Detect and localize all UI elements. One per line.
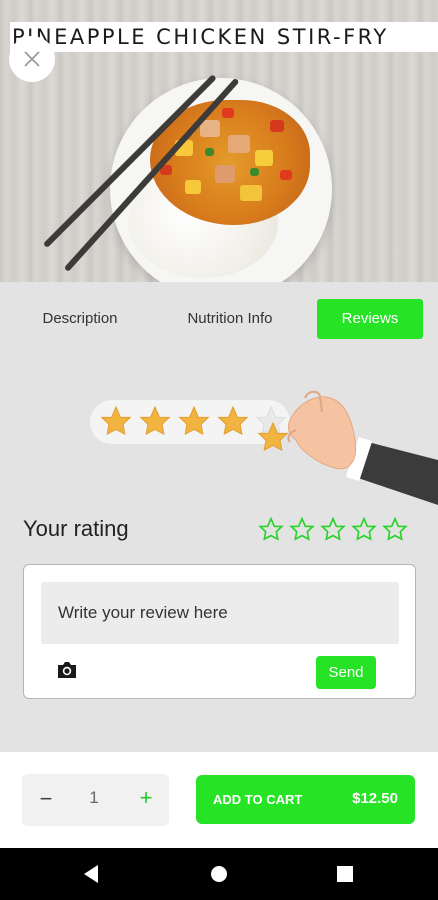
decrease-button[interactable]: −: [36, 786, 56, 812]
quantity-stepper: − 1 +: [22, 774, 169, 826]
star-outline-icon[interactable]: [258, 517, 284, 543]
tab-bar: Description Nutrition Info Reviews: [0, 282, 438, 358]
camera-icon[interactable]: [55, 658, 79, 682]
add-to-cart-button[interactable]: ADD TO CART $12.50: [196, 775, 415, 824]
star-outline-icon[interactable]: [320, 517, 346, 543]
rating-stars: [258, 517, 408, 543]
tab-reviews[interactable]: Reviews: [317, 299, 423, 339]
home-icon[interactable]: [211, 866, 227, 882]
recipe-title: PINEAPPLE CHICKEN STIR-FRY: [12, 25, 389, 49]
rating-illustration: [0, 380, 438, 510]
close-icon: [24, 51, 40, 67]
bottom-bar: − 1 + ADD TO CART $12.50: [0, 752, 438, 848]
sleeve: [358, 442, 438, 505]
star-hand-illustration: [101, 390, 438, 505]
star-icon: [101, 406, 131, 435]
review-input[interactable]: [41, 582, 399, 644]
star-icon: [140, 406, 170, 435]
close-button[interactable]: [9, 36, 55, 82]
star-icon: [218, 406, 248, 435]
tab-nutrition-info[interactable]: Nutrition Info: [168, 299, 292, 339]
back-icon[interactable]: [84, 865, 98, 883]
star-outline-icon[interactable]: [289, 517, 315, 543]
send-button[interactable]: Send: [316, 656, 376, 689]
rating-label: Your rating: [23, 516, 129, 541]
increase-button[interactable]: +: [136, 785, 156, 811]
star-outline-icon[interactable]: [351, 517, 377, 543]
review-card: Send: [23, 564, 416, 699]
tab-description[interactable]: Description: [23, 299, 137, 339]
add-to-cart-label: ADD TO CART: [213, 792, 303, 807]
quantity-value: 1: [89, 788, 99, 807]
price: $12.50: [352, 790, 398, 807]
star-outline-icon[interactable]: [382, 517, 408, 543]
star-icon: [179, 406, 209, 435]
recents-icon[interactable]: [337, 866, 353, 882]
system-nav-bar: [0, 848, 438, 900]
